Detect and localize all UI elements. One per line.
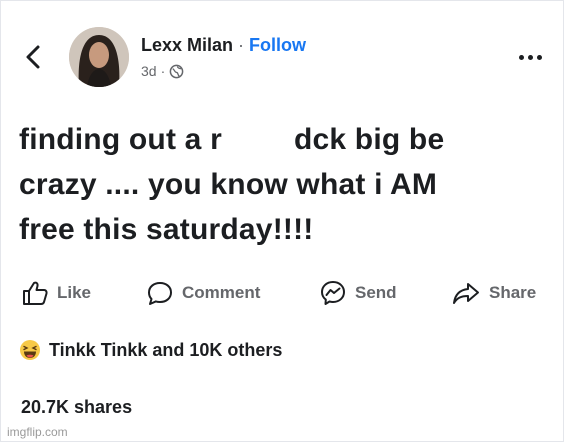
shares-count[interactable]: 20.7K shares bbox=[21, 397, 132, 418]
more-options-button[interactable] bbox=[513, 47, 547, 67]
post-time[interactable]: 3d bbox=[141, 63, 157, 79]
action-bar: Like Comment Send Share bbox=[19, 277, 549, 309]
avatar[interactable] bbox=[69, 27, 129, 87]
share-arrow-icon bbox=[453, 283, 479, 304]
back-button[interactable] bbox=[19, 39, 49, 75]
send-label: Send bbox=[355, 283, 397, 302]
send-button[interactable]: Send bbox=[319, 277, 397, 309]
comment-label: Comment bbox=[182, 283, 261, 302]
like-button[interactable]: Like bbox=[21, 277, 91, 309]
more-dots-icon bbox=[518, 54, 542, 60]
post-line-2: crazy .... you know what i AM bbox=[19, 168, 438, 201]
chevron-left-icon bbox=[26, 45, 40, 69]
post-line-3: free this saturday!!!! bbox=[19, 213, 314, 246]
share-button[interactable]: Share bbox=[451, 277, 536, 309]
haha-emoji-icon bbox=[20, 340, 40, 360]
post-line-1: finding out a r dck big be bbox=[19, 123, 445, 156]
redacted-gap bbox=[222, 148, 294, 149]
post-text: finding out a r dck big be crazy .... you… bbox=[19, 117, 549, 252]
profile-photo bbox=[69, 27, 129, 87]
globe-icon bbox=[169, 64, 184, 78]
reactions-text: Tinkk Tinkk and 10K others bbox=[49, 339, 283, 360]
like-label: Like bbox=[57, 283, 92, 302]
post-meta: 3d · bbox=[141, 63, 184, 79]
post-card: Lexx Milan · Follow 3d · finding out a r dc… bbox=[0, 0, 564, 442]
follow-button[interactable]: Follow bbox=[249, 35, 306, 55]
thumbs-up-icon bbox=[23, 281, 48, 305]
share-label: Share bbox=[489, 283, 537, 302]
messenger-icon bbox=[321, 281, 345, 305]
reactions-summary[interactable]: Tinkk Tinkk and 10K others bbox=[19, 339, 282, 361]
meta-separator: · bbox=[160, 63, 166, 79]
comment-bubble-icon bbox=[148, 282, 172, 305]
author-row: Lexx Milan · Follow bbox=[141, 35, 306, 56]
name-separator: · bbox=[238, 35, 245, 55]
watermark: imgflip.com bbox=[7, 425, 68, 439]
comment-button[interactable]: Comment bbox=[146, 277, 260, 309]
author-name[interactable]: Lexx Milan bbox=[141, 35, 233, 55]
